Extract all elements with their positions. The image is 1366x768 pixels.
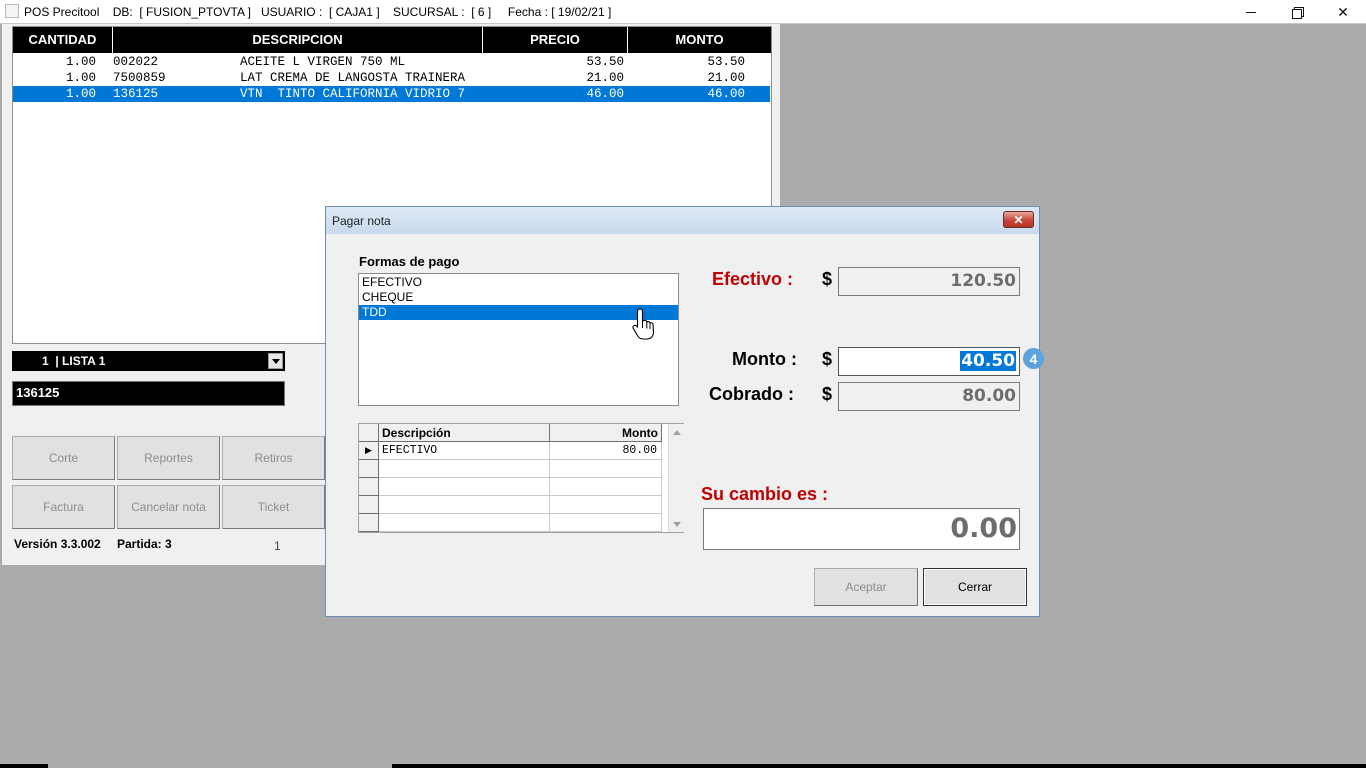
- cell-monto[interactable]: [550, 460, 662, 478]
- minimize-icon: [1246, 11, 1256, 13]
- ticket-button[interactable]: Ticket: [222, 485, 325, 529]
- close-icon: ✕: [1337, 3, 1349, 20]
- partida-label: Partida: 3: [117, 537, 172, 551]
- cell-monto[interactable]: [550, 496, 662, 514]
- cell-cantidad: 1.00: [65, 55, 96, 69]
- window-title: POS Precitool DB: [ FUSION_PTOVTA ] USUA…: [24, 5, 612, 19]
- chevron-down-icon: [271, 358, 280, 364]
- cancelar-nota-button[interactable]: Cancelar nota: [117, 485, 220, 529]
- reportes-button[interactable]: Reportes: [117, 436, 220, 480]
- current-row-icon: ▶: [365, 445, 372, 455]
- dialog-close-button[interactable]: ✕: [1003, 211, 1034, 228]
- monto-label: Monto :: [732, 349, 797, 369]
- cell-monto[interactable]: 80.00: [550, 442, 662, 460]
- price-list-value: 1 | LISTA 1: [42, 354, 106, 368]
- cobrado-label: Cobrado :: [709, 384, 794, 404]
- monto-selected-text: 40.50: [960, 351, 1016, 371]
- currency-symbol: $: [822, 269, 833, 289]
- pagar-nota-dialog: Pagar nota ✕ Formas de pago EFECTIVO CHE…: [325, 206, 1044, 617]
- cell-precio: 21.00: [586, 71, 624, 85]
- list-item[interactable]: CHEQUE: [359, 290, 678, 305]
- efectivo-label: Efectivo :: [712, 269, 794, 289]
- version-label: Versión 3.3.002: [14, 537, 101, 551]
- cell-codigo: 136125: [113, 87, 159, 101]
- close-icon: ✕: [1013, 212, 1024, 227]
- app-icon: [5, 4, 19, 18]
- cell-descripcion: VTN TINTO CALIFORNIA VIDRIO 7: [240, 87, 466, 101]
- cell-descripcion[interactable]: [379, 478, 550, 496]
- cambio-field: 0.00: [703, 508, 1020, 550]
- pagos-grid[interactable]: Descripción Monto ▶ EFECTIVO 80.00: [358, 423, 684, 533]
- cambio-label: Su cambio es :: [701, 484, 829, 504]
- taskbar-edge: [392, 764, 1366, 768]
- cobrado-field: 80.00: [838, 382, 1020, 411]
- cerrar-button[interactable]: Cerrar: [923, 568, 1027, 606]
- header-cantidad[interactable]: CANTIDAD: [13, 27, 113, 53]
- cell-descripcion[interactable]: EFECTIVO: [379, 442, 550, 460]
- step-badge: 4: [1023, 348, 1044, 369]
- taskbar-edge: [0, 764, 48, 768]
- restore-button[interactable]: [1274, 0, 1320, 24]
- formas-de-pago-label: Formas de pago: [359, 254, 460, 269]
- cell-monto: 21.00: [707, 71, 745, 85]
- cell-descripcion[interactable]: [379, 496, 550, 514]
- corte-button[interactable]: Corte: [12, 436, 115, 480]
- efectivo-total-field: 120.50: [838, 267, 1020, 296]
- cell-monto: 53.50: [707, 55, 745, 69]
- price-list-select[interactable]: 1 | LISTA 1: [12, 351, 285, 371]
- header-descripcion[interactable]: Descripción: [379, 424, 550, 442]
- minimize-button[interactable]: [1228, 0, 1274, 24]
- dropdown-button[interactable]: [268, 353, 283, 369]
- scroll-down-button[interactable]: [670, 516, 684, 532]
- hand-cursor-icon: [632, 308, 655, 340]
- currency-symbol: $: [822, 384, 833, 404]
- row-header[interactable]: [359, 514, 379, 532]
- cell-descripcion[interactable]: [379, 514, 550, 532]
- product-code-input[interactable]: 136125: [12, 381, 285, 406]
- cell-cantidad: 1.00: [65, 87, 96, 101]
- items-grid-header: CANTIDAD DESCRIPCION PRECIO MONTO: [13, 27, 771, 53]
- retiros-button[interactable]: Retiros: [222, 436, 325, 480]
- cell-monto[interactable]: [550, 478, 662, 496]
- header-monto[interactable]: Monto: [550, 424, 662, 442]
- close-window-button[interactable]: ✕: [1320, 0, 1366, 24]
- cell-codigo: 002022: [113, 55, 159, 69]
- aceptar-button[interactable]: Aceptar: [814, 568, 918, 606]
- cell-descripcion[interactable]: [379, 460, 550, 478]
- cell-precio: 46.00: [586, 87, 624, 101]
- cell-monto: 46.00: [707, 87, 745, 101]
- cell-codigo: 7500859: [113, 71, 166, 85]
- cell-descripcion: ACEITE L VIRGEN 750 ML: [240, 55, 406, 69]
- scroll-up-button[interactable]: [670, 424, 684, 440]
- row-header[interactable]: [359, 460, 379, 478]
- monto-input[interactable]: 40.50: [838, 347, 1020, 376]
- dialog-title-bar: Pagar nota ✕: [326, 207, 1039, 234]
- grid-corner: [359, 424, 379, 442]
- vertical-scrollbar[interactable]: [668, 424, 684, 532]
- row-header[interactable]: [359, 496, 379, 514]
- chevron-up-icon: [673, 429, 681, 435]
- cell-descripcion: LAT CREMA DE LANGOSTA TRAINERA: [240, 71, 466, 85]
- cell-monto[interactable]: [550, 514, 662, 532]
- restore-icon: [1292, 7, 1304, 19]
- title-bar: POS Precitool DB: [ FUSION_PTOVTA ] USUA…: [0, 0, 1366, 24]
- table-row-selected[interactable]: 1.00 136125 VTN TINTO CALIFORNIA VIDRIO …: [13, 86, 770, 102]
- chevron-down-icon: [673, 521, 681, 527]
- factura-button[interactable]: Factura: [12, 485, 115, 529]
- cell-cantidad: 1.00: [65, 71, 96, 85]
- table-row[interactable]: 1.00 7500859 LAT CREMA DE LANGOSTA TRAIN…: [13, 70, 770, 86]
- table-row[interactable]: 1.00 002022 ACEITE L VIRGEN 750 ML 53.50…: [13, 54, 770, 70]
- row-header-current[interactable]: ▶: [359, 442, 379, 460]
- header-descripcion[interactable]: DESCRIPCION: [113, 27, 483, 53]
- list-item[interactable]: EFECTIVO: [359, 275, 678, 290]
- item-count: 1: [274, 539, 281, 553]
- header-monto[interactable]: MONTO: [628, 27, 771, 53]
- currency-symbol: $: [822, 349, 833, 369]
- row-header[interactable]: [359, 478, 379, 496]
- dialog-title: Pagar nota: [332, 214, 391, 228]
- cell-precio: 53.50: [586, 55, 624, 69]
- header-precio[interactable]: PRECIO: [483, 27, 628, 53]
